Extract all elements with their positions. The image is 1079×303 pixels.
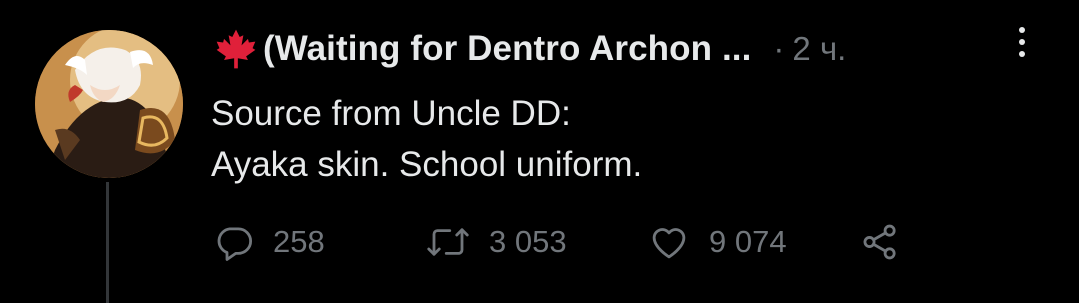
retweet-count: 3 053 <box>489 224 567 259</box>
more-options-icon <box>1019 27 1025 33</box>
reply-count: 258 <box>273 224 325 259</box>
more-options-dot <box>1019 39 1025 45</box>
reply-button[interactable]: 258 <box>213 218 325 266</box>
thread-line <box>106 182 109 303</box>
retweet-button[interactable]: 3 053 <box>425 218 567 266</box>
retweet-icon <box>427 228 469 256</box>
tweet-text-line: Ayaka skin. School uniform. <box>211 145 643 184</box>
meta-separator: · <box>773 30 785 67</box>
tweet-text: Source from Uncle DD: Ayaka skin. School… <box>211 88 642 190</box>
share-button[interactable] <box>859 218 901 266</box>
share-icon <box>863 224 896 260</box>
reply-icon <box>217 227 253 261</box>
tweet-header: (Waiting for Dentro Archon ... · 2 ч. <box>213 22 846 76</box>
heart-icon <box>652 228 686 259</box>
like-button[interactable]: 9 074 <box>647 218 787 266</box>
tweet-actions: 258 3 053 9 074 <box>213 218 933 266</box>
more-options-dot <box>1019 51 1025 57</box>
tweet-text-line: Source from Uncle DD: <box>211 94 571 133</box>
like-count: 9 074 <box>709 224 787 259</box>
display-name[interactable]: (Waiting for Dentro Archon ... <box>263 29 751 69</box>
avatar-image <box>35 30 183 178</box>
more-options-button[interactable] <box>1005 20 1039 64</box>
maple-leaf-icon <box>216 29 256 69</box>
avatar[interactable] <box>35 30 183 178</box>
timestamp[interactable]: 2 ч. <box>792 30 846 68</box>
